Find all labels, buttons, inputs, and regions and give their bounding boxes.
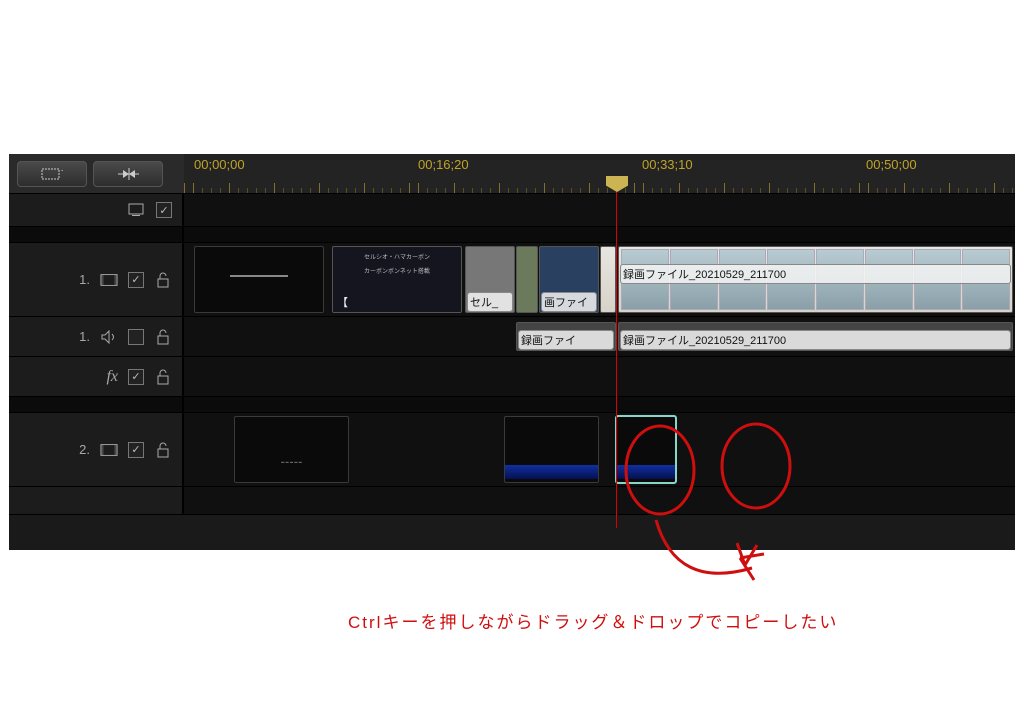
- video-track-2-head: 2. ✓: [9, 413, 184, 486]
- toolbar-left: +: [9, 154, 184, 193]
- clip-v2-2[interactable]: [504, 416, 599, 483]
- clip-v1-4b[interactable]: [600, 246, 616, 313]
- mute-checkbox[interactable]: [128, 329, 144, 345]
- toolbar-row: + 00;00;00 00;16;20 00;33;10 00;50;00: [9, 154, 1015, 194]
- track-number: 1.: [79, 329, 90, 344]
- visible-checkbox[interactable]: ✓: [156, 202, 172, 218]
- fx-checkbox[interactable]: ✓: [128, 369, 144, 385]
- spacer-1: [9, 227, 1015, 243]
- clip-label: 録画ファイル_20210529_211700: [621, 331, 1010, 349]
- track-header-controls: ✓: [9, 194, 184, 226]
- fx-track-body[interactable]: [184, 357, 1015, 396]
- fx-icon: fx: [106, 368, 118, 386]
- clip-v1-4[interactable]: 画ファイ: [539, 246, 599, 313]
- video-track-2-body[interactable]: ━ ━ ━ ━ ━: [184, 413, 1015, 486]
- timecode-1: 00;16;20: [418, 157, 469, 172]
- clip-text: セルシオ・ハマカーボンカーボンボンネット搭載: [333, 247, 461, 280]
- timeline-mode-icon: +: [41, 167, 63, 181]
- film-icon: [100, 272, 118, 288]
- speaker-icon: [100, 329, 118, 345]
- clip-label: 【: [335, 293, 459, 311]
- tool-button-1[interactable]: +: [17, 161, 87, 187]
- clip-v1-2[interactable]: セルシオ・ハマカーボンカーボンボンネット搭載 【: [332, 246, 462, 313]
- clip-v1-5[interactable]: 録画ファイル_20210529_211700: [618, 246, 1013, 313]
- track-number: 1.: [79, 272, 90, 287]
- clip-v1-3[interactable]: セル_: [465, 246, 515, 313]
- audio-track-1-head: 1.: [9, 317, 184, 356]
- clip-label: 画ファイ: [542, 293, 596, 311]
- video-track-1: 1. ✓ セルシオ・ハマカーボンカーボンボンネット搭載 【 セル_ 画ファイ: [9, 243, 1015, 317]
- snap-icon: [117, 167, 139, 181]
- video-track-1-body[interactable]: セルシオ・ハマカーボンカーボンボンネット搭載 【 セル_ 画ファイ 録画ファイル…: [184, 243, 1015, 316]
- clip-v2-1[interactable]: ━ ━ ━ ━ ━: [234, 416, 349, 483]
- tool-button-2[interactable]: [93, 161, 163, 187]
- annotation-text: Ctrlキーを押しながらドラッグ＆ドロップでコピーしたい: [348, 608, 838, 633]
- visible-checkbox[interactable]: ✓: [128, 272, 144, 288]
- clip-v2-3-selected[interactable]: [616, 416, 676, 483]
- film-icon: [100, 442, 118, 458]
- unlock-icon[interactable]: [154, 369, 172, 385]
- track-header-row: ✓: [9, 194, 1015, 227]
- unlock-icon[interactable]: [154, 442, 172, 458]
- fx-track-head: fx ✓: [9, 357, 184, 396]
- svg-text:+: +: [61, 167, 63, 175]
- bottom-lane: [9, 487, 1015, 515]
- clip-a1-2[interactable]: 録画ファイル_20210529_211700: [618, 322, 1013, 351]
- track-header-body[interactable]: [184, 194, 1015, 226]
- track-number: 2.: [79, 442, 90, 457]
- unlock-icon[interactable]: [154, 329, 172, 345]
- screen-icon: [128, 202, 146, 218]
- clip-a1-1[interactable]: 録画ファイ: [516, 322, 616, 351]
- unlock-icon[interactable]: [154, 272, 172, 288]
- playhead[interactable]: [616, 176, 617, 528]
- visible-checkbox[interactable]: ✓: [128, 442, 144, 458]
- spacer-2: [9, 397, 1015, 413]
- clip-v1-1[interactable]: [194, 246, 324, 313]
- timecode-3: 00;50;00: [866, 157, 917, 172]
- audio-track-1-body[interactable]: 録画ファイ 録画ファイル_20210529_211700: [184, 317, 1015, 356]
- video-track-1-head: 1. ✓: [9, 243, 184, 316]
- timeline-editor: + 00;00;00 00;16;20 00;33;10 00;50;00: [9, 154, 1015, 550]
- clip-label: セル_: [468, 293, 512, 311]
- clip-v1-3b[interactable]: [516, 246, 538, 313]
- time-ruler[interactable]: 00;00;00 00;16;20 00;33;10 00;50;00 // w…: [184, 154, 1015, 193]
- timecode-2: 00;33;10: [642, 157, 693, 172]
- audio-track-1: 1. 録画ファイ 録画ファイル_20210529_211700: [9, 317, 1015, 357]
- clip-label: 録画ファイル_20210529_211700: [621, 265, 1010, 283]
- video-track-2: 2. ✓ ━ ━ ━ ━ ━: [9, 413, 1015, 487]
- timecode-0: 00;00;00: [194, 157, 245, 172]
- clip-label: 録画ファイ: [519, 331, 613, 349]
- fx-track: fx ✓: [9, 357, 1015, 397]
